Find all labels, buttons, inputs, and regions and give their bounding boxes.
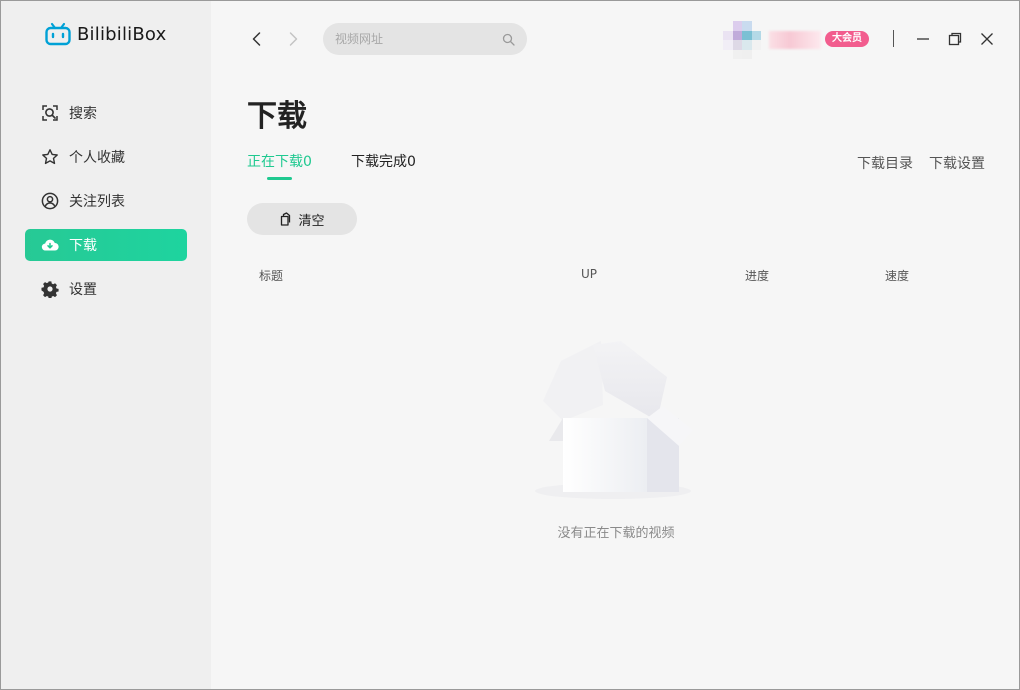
sidebar-item-label: 下载 (69, 238, 97, 254)
sidebar-item-following[interactable]: 关注列表 (25, 185, 187, 217)
column-header-progress: 进度 (745, 269, 770, 283)
sidebar-item-settings[interactable]: 设置 (25, 273, 187, 305)
column-header-title: 标题 (259, 269, 284, 283)
brand: BilibiliBox (45, 21, 166, 47)
close-icon (981, 33, 993, 45)
star-icon (42, 149, 58, 165)
restore-icon (948, 32, 962, 46)
cloud-download-icon (41, 239, 59, 251)
minimize-button[interactable] (913, 29, 933, 49)
page-title: 下载 (247, 99, 307, 134)
back-button[interactable] (247, 29, 267, 49)
gear-icon (41, 281, 59, 298)
divider (893, 30, 894, 47)
sidebar-item-label: 搜索 (69, 106, 97, 122)
username (769, 31, 821, 49)
search-icon[interactable] (502, 33, 515, 46)
sidebar: BilibiliBox 搜索 个人收藏 关注列表 下载 设置 (1, 1, 211, 689)
clear-icon (281, 212, 291, 226)
forward-button[interactable] (283, 29, 303, 49)
sidebar-nav: 搜索 个人收藏 关注列表 下载 设置 (25, 97, 187, 317)
minimize-icon (917, 38, 929, 40)
search-icon (42, 105, 58, 121)
url-search-input[interactable] (335, 32, 502, 46)
sidebar-item-search[interactable]: 搜索 (25, 97, 187, 129)
clear-button-label: 清空 (298, 213, 325, 229)
chevron-right-icon (289, 32, 298, 46)
sidebar-item-download[interactable]: 下载 (25, 229, 187, 261)
clear-button[interactable]: 清空 (247, 203, 357, 235)
user-circle-icon (41, 192, 59, 210)
vip-badge: 大会员 (825, 31, 869, 47)
column-header-speed: 速度 (885, 269, 910, 283)
sidebar-item-label: 设置 (69, 282, 97, 298)
empty-state-message: 没有正在下载的视频 (557, 526, 675, 541)
chevron-left-icon (252, 32, 261, 46)
tab-completed[interactable]: 下载完成0 (351, 151, 416, 171)
bilibili-logo-icon (45, 22, 71, 46)
active-tab-indicator (267, 177, 292, 180)
sidebar-item-favorites[interactable]: 个人收藏 (25, 141, 187, 173)
sidebar-item-label: 个人收藏 (69, 150, 125, 166)
restore-button[interactable] (945, 29, 965, 49)
close-button[interactable] (977, 29, 997, 49)
tab-downloading[interactable]: 正在下载0 (247, 151, 312, 171)
empty-box-illustration (535, 341, 693, 499)
sidebar-item-label: 关注列表 (69, 194, 125, 210)
search-box (323, 23, 527, 55)
avatar[interactable] (723, 21, 761, 59)
app-window: BilibiliBox 搜索 个人收藏 关注列表 下载 设置 视频网址 大会员 … (0, 0, 1020, 690)
download-settings-link[interactable]: 下载设置 (929, 153, 985, 173)
download-directory-link[interactable]: 下载目录 (857, 153, 913, 173)
app-name: BilibiliBox (77, 23, 167, 45)
column-header-up: UP (581, 267, 598, 281)
